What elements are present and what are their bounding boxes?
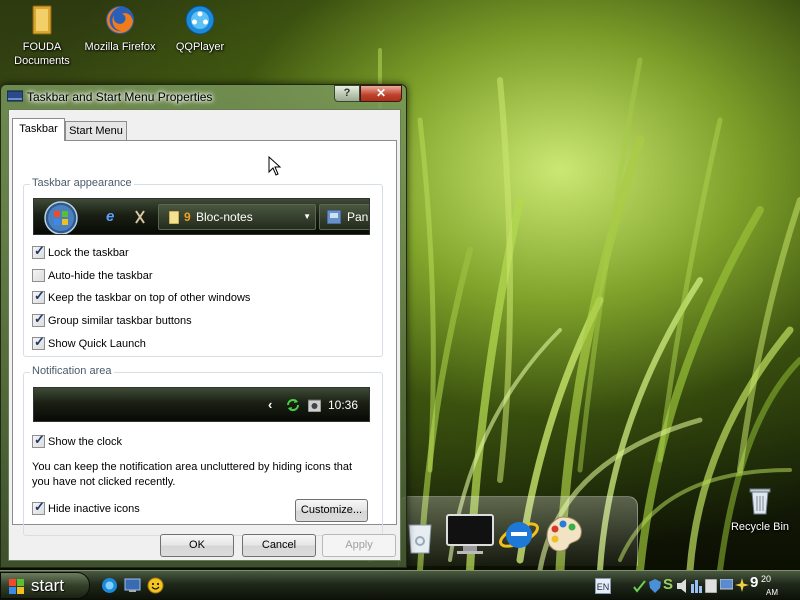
control-panel-icon xyxy=(327,210,341,224)
mouse-cursor-icon xyxy=(268,156,282,176)
s-tray-icon[interactable]: S xyxy=(663,576,673,593)
notification-area-group: Notification area ‹ 10:36 ✓ Show the clo… xyxy=(23,365,383,536)
taskbar-preview-task-notepad: 9 Bloc-notes ▼ xyxy=(158,204,316,230)
clock-minutes: 20 xyxy=(761,574,772,584)
language-indicator[interactable]: EN xyxy=(595,578,611,594)
chart-tray-icon[interactable] xyxy=(691,578,703,593)
option-label: Lock the taskbar xyxy=(48,247,129,259)
taskbar-properties-window: Taskbar and Start Menu Properties ? ✕ Ta… xyxy=(0,84,407,568)
monitor-icon[interactable] xyxy=(445,513,495,555)
tab-taskbar[interactable]: Taskbar xyxy=(12,118,65,141)
option-label: Show the clock xyxy=(48,436,122,448)
taskbar-appearance-group: Taskbar appearance e 9 Bloc-notes ▼ Pan … xyxy=(23,177,383,357)
checkbox[interactable]: ✓ xyxy=(32,499,45,515)
taskbar-preview: e 9 Bloc-notes ▼ Pann xyxy=(33,198,370,235)
taskbar-preview-task-panel: Pann xyxy=(319,204,369,230)
customize-button[interactable]: Customize... xyxy=(295,499,368,522)
show-desktop-icon[interactable] xyxy=(124,577,141,594)
window-client-area: Taskbar Start Menu Taskbar appearance e xyxy=(8,109,401,561)
start-button[interactable]: start xyxy=(0,572,90,599)
start-orb-icon xyxy=(44,201,78,234)
group-title: Taskbar appearance xyxy=(30,177,134,189)
checkmark-icon: ✓ xyxy=(34,311,45,326)
task-count: 9 xyxy=(184,210,191,224)
sparkle-tray-icon[interactable] xyxy=(735,578,749,592)
desktop-icon-label: QQPlayer xyxy=(175,41,225,53)
ok-button[interactable]: OK xyxy=(160,534,234,557)
option-label: Auto-hide the taskbar xyxy=(48,270,153,282)
desktop-icon-qqplayer[interactable]: QQPlayer xyxy=(158,4,242,54)
camera-icon xyxy=(308,399,321,412)
option-label: Group similar taskbar buttons xyxy=(48,315,192,327)
tab-start-menu[interactable]: Start Menu xyxy=(65,121,127,141)
window-title: Taskbar and Start Menu Properties xyxy=(27,90,213,104)
checkmark-icon: ✓ xyxy=(34,499,45,514)
recycle-bin-icon[interactable] xyxy=(405,513,435,555)
tab-panel-taskbar: Taskbar appearance e 9 Bloc-notes ▼ Pan … xyxy=(12,140,397,536)
desktop-icon-mozilla-firefox[interactable]: Mozilla Firefox xyxy=(78,4,162,54)
checkbox[interactable]: ✓ xyxy=(32,288,45,304)
task-label: Bloc-notes xyxy=(196,210,253,224)
option-label: Keep the taskbar on top of other windows xyxy=(48,292,251,304)
start-label: start xyxy=(31,576,65,595)
firefox-icon xyxy=(106,6,134,34)
internet-explorer-icon[interactable] xyxy=(497,513,541,555)
help-button[interactable]: ? xyxy=(334,85,360,102)
desktop-icon-recycle-bin[interactable]: Recycle Bin xyxy=(718,484,800,534)
chevron-down-icon: ▼ xyxy=(303,212,311,221)
notification-description: You can keep the notification area unclu… xyxy=(32,461,353,488)
title-bar[interactable]: Taskbar and Start Menu Properties ? ✕ xyxy=(1,85,406,109)
option-label: Show Quick Launch xyxy=(48,338,146,350)
network-icon[interactable] xyxy=(633,579,647,593)
paint-palette-icon[interactable] xyxy=(541,513,585,555)
taskbar-app-icon xyxy=(7,90,23,102)
tools-icon xyxy=(135,210,145,224)
desktop-icon-label: Recycle Bin xyxy=(730,521,790,533)
cancel-button[interactable]: Cancel xyxy=(242,534,316,557)
clock-ampm: AM xyxy=(766,588,778,597)
chevron-left-icon: ‹ xyxy=(268,397,273,412)
desktop-icon-label: Mozilla Firefox xyxy=(84,41,156,53)
refresh-icon xyxy=(287,399,299,411)
group-title: Notification area xyxy=(30,365,114,377)
checkmark-icon: ✓ xyxy=(34,432,45,447)
document-tray-icon[interactable] xyxy=(705,579,717,593)
task-label: Pann xyxy=(347,210,369,224)
volume-icon[interactable] xyxy=(677,579,689,593)
qqplayer-quick-launch-icon[interactable] xyxy=(101,577,118,594)
recycle-bin-icon xyxy=(749,488,771,515)
checkbox[interactable]: ✓ xyxy=(32,334,45,350)
windows-logo-icon xyxy=(9,579,24,594)
folder-icon xyxy=(32,5,52,35)
clock-hour: 9 xyxy=(750,574,759,591)
desktop-icon-label: FOUDA Documents xyxy=(14,41,70,67)
taskbar: start EN S 9 20 AM xyxy=(0,570,800,600)
close-button[interactable]: ✕ xyxy=(360,85,402,102)
desktop-icon-fouda-documents[interactable]: FOUDA Documents xyxy=(0,4,84,68)
messenger-smiley-icon[interactable] xyxy=(147,577,164,594)
dock xyxy=(398,496,638,566)
internet-explorer-icon: e xyxy=(106,208,115,225)
display-tray-icon[interactable] xyxy=(720,579,733,592)
security-shield-icon[interactable] xyxy=(649,579,661,593)
notification-preview: ‹ 10:36 xyxy=(33,387,370,422)
apply-button[interactable]: Apply xyxy=(322,534,396,557)
taskbar-clock[interactable]: 9 20 AM xyxy=(750,574,778,597)
notepad-icon xyxy=(169,211,179,224)
checkbox[interactable]: ✓ xyxy=(32,432,45,448)
checkbox[interactable]: ✓ xyxy=(32,243,45,259)
preview-clock: 10:36 xyxy=(328,398,359,412)
checkmark-icon: ✓ xyxy=(34,334,45,349)
checkbox[interactable]: ✓ xyxy=(32,311,45,327)
checkmark-icon: ✓ xyxy=(34,243,45,258)
option-label: Hide inactive icons xyxy=(48,503,140,515)
checkmark-icon: ✓ xyxy=(34,288,45,303)
qqplayer-icon xyxy=(185,5,215,35)
checkbox[interactable] xyxy=(32,269,45,282)
